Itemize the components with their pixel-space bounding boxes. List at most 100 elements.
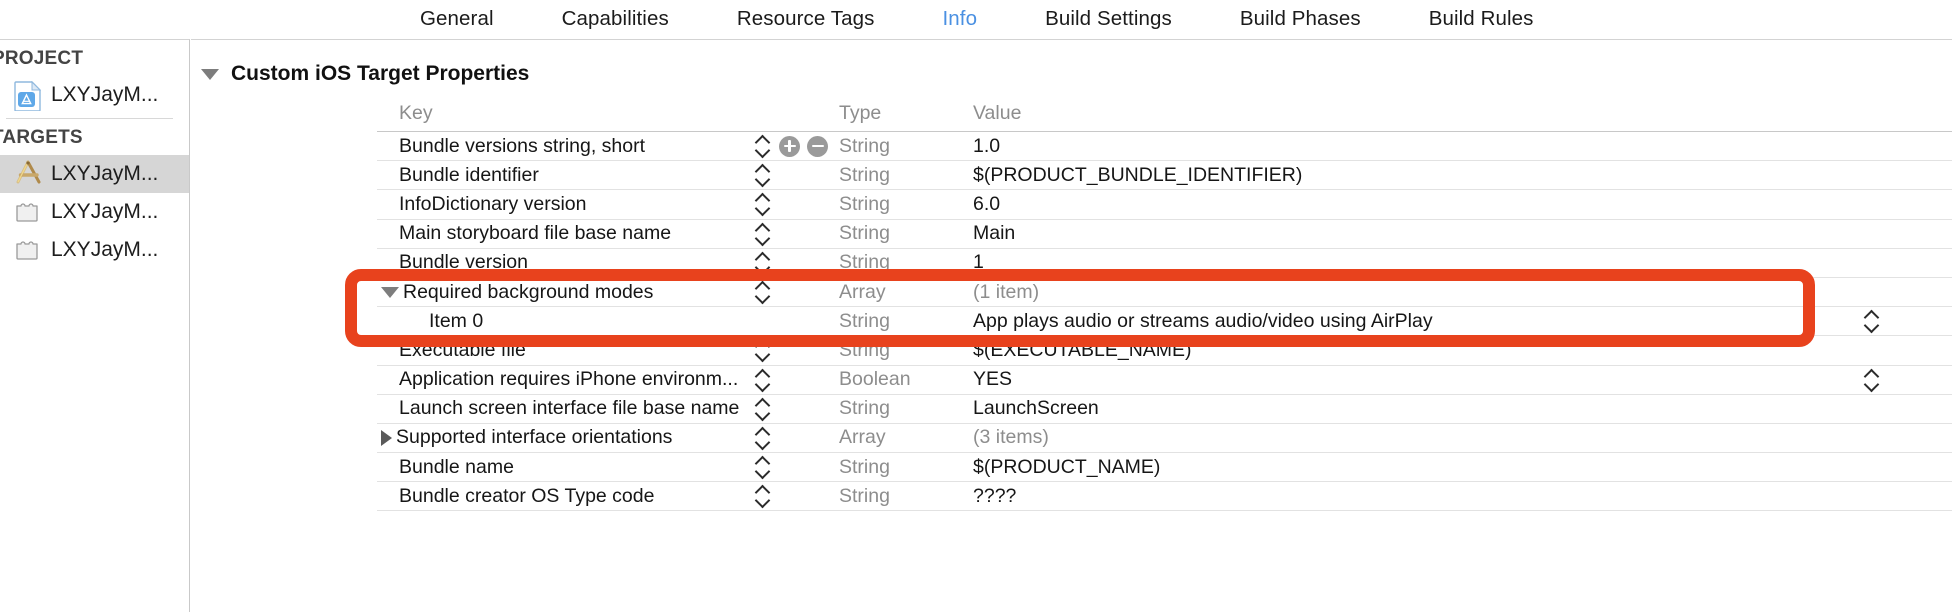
row-value-label[interactable]: ???? bbox=[973, 485, 1016, 508]
row-stepper-icon[interactable] bbox=[755, 426, 772, 450]
sidebar-item-label: LXYJayM... bbox=[51, 83, 159, 106]
sidebar-item-label: LXYJayM... bbox=[51, 200, 159, 223]
tab-capabilities[interactable]: Capabilities bbox=[562, 7, 669, 31]
row-value-label[interactable]: LaunchScreen bbox=[973, 397, 1099, 420]
row-stepper-icon[interactable] bbox=[755, 484, 772, 508]
bundle-target-icon bbox=[16, 241, 38, 260]
table-header-row: Key Type Value bbox=[377, 95, 1952, 131]
bundle-target-icon bbox=[16, 203, 38, 222]
sidebar-item-project-0[interactable]: LXYJayM... bbox=[0, 76, 189, 114]
row-value-label[interactable]: (3 items) bbox=[973, 426, 1049, 449]
row-value-label[interactable]: 1 bbox=[973, 251, 984, 274]
sidebar-project-header: PROJECT bbox=[0, 48, 84, 69]
row-disclosure-triangle-right-icon[interactable] bbox=[381, 429, 392, 446]
table-row[interactable]: Bundle version String 1 bbox=[377, 249, 1952, 278]
disclosure-triangle-down-icon[interactable] bbox=[201, 68, 219, 80]
table-row[interactable]: Main storyboard file base name String Main bbox=[377, 220, 1952, 249]
row-value-label[interactable]: $(PRODUCT_BUNDLE_IDENTIFIER) bbox=[973, 164, 1302, 187]
row-key-label: Bundle versions string, short bbox=[399, 134, 646, 157]
tab-build-rules[interactable]: Build Rules bbox=[1429, 7, 1534, 31]
column-header-type: Type bbox=[839, 101, 882, 124]
custom-ios-target-properties-section[interactable]: Custom iOS Target Properties bbox=[201, 62, 1952, 86]
plist-table: Key Type Value Bundle versions string, s… bbox=[377, 95, 1952, 512]
row-stepper-icon[interactable] bbox=[755, 192, 772, 216]
row-type-label[interactable]: Boolean bbox=[839, 368, 973, 391]
row-value-stepper-icon[interactable] bbox=[1864, 309, 1881, 333]
row-type-label[interactable]: String bbox=[839, 164, 973, 187]
info-plist-pane: Custom iOS Target Properties Key Type Va… bbox=[191, 39, 1952, 612]
row-stepper-icon[interactable] bbox=[755, 222, 772, 246]
row-disclosure-triangle-down-icon[interactable] bbox=[381, 286, 399, 298]
row-key-label: Supported interface orientations bbox=[396, 426, 673, 449]
row-type-label[interactable]: Array bbox=[839, 426, 973, 449]
add-row-button[interactable] bbox=[779, 135, 800, 157]
row-stepper-icon[interactable] bbox=[755, 338, 772, 362]
row-type-label[interactable]: String bbox=[839, 135, 973, 158]
row-key-label: Bundle creator OS Type code bbox=[399, 484, 655, 507]
row-type-label[interactable]: String bbox=[839, 222, 973, 245]
row-stepper-icon[interactable] bbox=[755, 280, 772, 304]
table-row[interactable]: Executable file String $(EXECUTABLE_NAME) bbox=[377, 336, 1952, 366]
row-value-label[interactable]: $(PRODUCT_NAME) bbox=[973, 456, 1160, 479]
row-value-stepper-icon[interactable] bbox=[1864, 368, 1881, 392]
row-stepper-icon[interactable] bbox=[755, 397, 772, 421]
row-stepper-icon[interactable] bbox=[755, 368, 772, 392]
tab-info[interactable]: Info bbox=[943, 7, 978, 31]
row-value-label[interactable]: 1.0 bbox=[973, 135, 1000, 158]
table-row[interactable]: Supported interface orientations Array (3 … bbox=[377, 424, 1952, 454]
row-value-label[interactable]: 6.0 bbox=[973, 193, 1000, 216]
row-type-label[interactable]: String bbox=[839, 251, 973, 274]
row-type-label[interactable]: Array bbox=[839, 281, 973, 304]
section-title: Custom iOS Target Properties bbox=[231, 62, 530, 85]
table-row[interactable]: Bundle creator OS Type code String???? bbox=[377, 482, 1952, 512]
row-value-label[interactable]: Main bbox=[973, 222, 1015, 245]
sidebar-item-target-0[interactable]: LXYJayM... bbox=[0, 155, 189, 193]
row-key-label: Bundle identifier bbox=[399, 163, 539, 186]
table-row[interactable]: Required background modes Array (1 item) bbox=[377, 278, 1952, 308]
column-header-value: Value bbox=[973, 101, 1022, 124]
table-row[interactable]: Bundle versions string, short String 1.0 bbox=[377, 132, 1952, 162]
sidebar-item-target-1[interactable]: LXYJayM... bbox=[0, 193, 189, 231]
app-target-icon bbox=[16, 160, 41, 184]
row-type-label[interactable]: String bbox=[839, 193, 973, 216]
row-type-label[interactable]: String bbox=[839, 456, 973, 479]
row-value-label[interactable]: App plays audio or streams audio/video u… bbox=[973, 310, 1433, 333]
tab-build-settings[interactable]: Build Settings bbox=[1045, 7, 1172, 31]
tab-resource-tags[interactable]: Resource Tags bbox=[737, 7, 875, 31]
sidebar-item-label: LXYJayM... bbox=[51, 162, 159, 185]
row-stepper-icon[interactable] bbox=[755, 251, 772, 275]
row-value-label[interactable]: (1 item) bbox=[973, 281, 1039, 304]
row-key-label: Required background modes bbox=[403, 280, 654, 303]
sidebar-targets-header: TARGETS bbox=[0, 127, 83, 148]
row-key-label: Main storyboard file base name bbox=[399, 222, 672, 245]
row-key-label: Bundle name bbox=[399, 455, 514, 478]
table-row[interactable]: Launch screen interface file base name St… bbox=[377, 395, 1952, 424]
row-key-label: Launch screen interface file base name bbox=[399, 397, 740, 420]
tab-build-phases[interactable]: Build Phases bbox=[1240, 7, 1361, 31]
row-value-label[interactable]: $(EXECUTABLE_NAME) bbox=[973, 339, 1192, 362]
row-type-label[interactable]: String bbox=[839, 310, 973, 333]
column-header-key: Key bbox=[399, 101, 433, 124]
row-type-label[interactable]: String bbox=[839, 485, 973, 508]
row-key-label: Item 0 bbox=[429, 309, 484, 332]
row-stepper-icon[interactable] bbox=[755, 455, 772, 479]
tab-general[interactable]: General bbox=[420, 7, 494, 31]
row-stepper-icon[interactable] bbox=[755, 134, 772, 158]
project-document-icon bbox=[14, 80, 42, 112]
sidebar-item-label: LXYJayM... bbox=[51, 238, 159, 261]
row-value-label[interactable]: YES bbox=[973, 368, 1012, 391]
table-row[interactable]: Item 0 String App plays audio or streams a… bbox=[377, 307, 1952, 337]
remove-row-button[interactable] bbox=[807, 135, 828, 157]
row-key-label: Bundle version bbox=[399, 251, 528, 274]
table-row[interactable]: Bundle identifier String $(PRODUCT_BUNDLE_… bbox=[377, 161, 1952, 191]
table-row[interactable]: InfoDictionary version String 6.0 bbox=[377, 190, 1952, 220]
row-type-label[interactable]: String bbox=[839, 397, 973, 420]
table-row[interactable]: Bundle name String $(PRODUCT_NAME) bbox=[377, 453, 1952, 483]
row-key-label: InfoDictionary version bbox=[399, 192, 587, 215]
target-editor-tabbar: General Capabilities Resource Tags Info Buil… bbox=[0, 0, 1952, 38]
sidebar-item-target-2[interactable]: LXYJayM... bbox=[0, 231, 189, 269]
row-type-label[interactable]: String bbox=[839, 339, 973, 362]
row-stepper-icon[interactable] bbox=[755, 163, 772, 187]
table-row[interactable]: Application requires iPhone environm... B… bbox=[377, 366, 1952, 395]
row-key-label: Application requires iPhone environm... bbox=[399, 368, 739, 391]
